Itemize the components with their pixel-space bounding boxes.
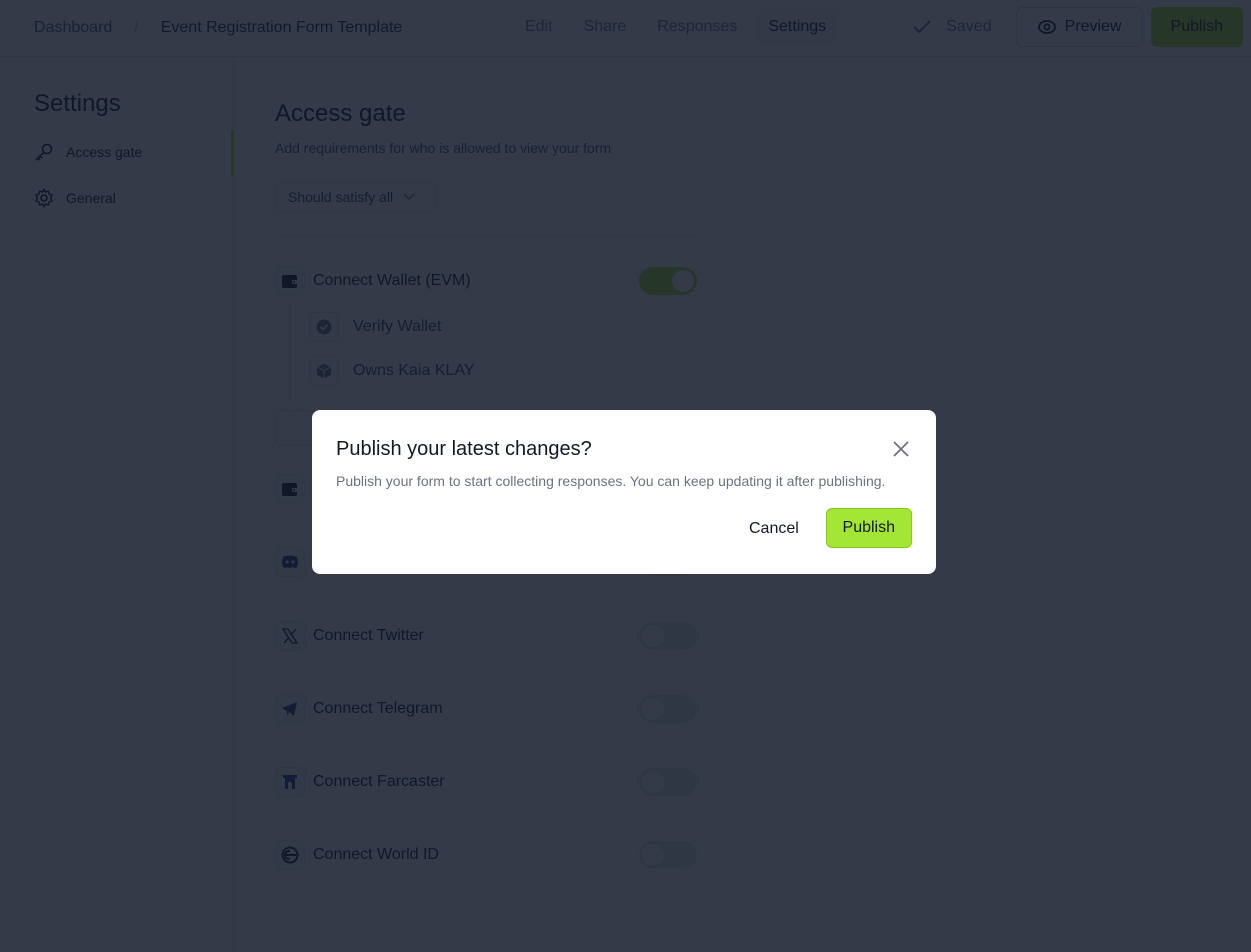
- dialog-description: Publish your form to start collecting re…: [336, 473, 886, 489]
- dialog-title: Publish your latest changes?: [336, 438, 592, 460]
- close-icon: [893, 441, 909, 457]
- publish-dialog: Publish your latest changes? Publish you…: [312, 410, 936, 574]
- close-button[interactable]: [892, 440, 910, 463]
- confirm-publish-button[interactable]: Publish: [825, 508, 912, 548]
- cancel-button[interactable]: Cancel: [749, 520, 799, 538]
